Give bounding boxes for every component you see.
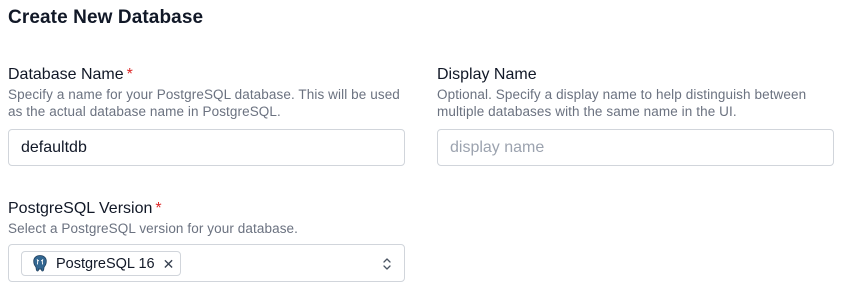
database-name-label: Database Name * <box>8 65 405 85</box>
postgres-version-select[interactable]: PostgreSQL 16 ✕ <box>8 244 405 282</box>
display-name-input[interactable] <box>437 129 834 166</box>
required-marker: * <box>126 66 133 83</box>
chevron-up-down-icon[interactable] <box>382 256 392 272</box>
database-name-help: Specify a name for your PostgreSQL datab… <box>8 87 400 119</box>
remove-selection-icon[interactable]: ✕ <box>163 257 175 271</box>
postgres-version-field: PostgreSQL Version * Select a PostgreSQL … <box>8 199 405 282</box>
postgres-version-help: Select a PostgreSQL version for your dat… <box>8 221 299 236</box>
required-marker: * <box>155 200 162 217</box>
postgres-version-label-text: PostgreSQL Version <box>8 200 153 217</box>
display-name-help: Optional. Specify a display name to help… <box>437 87 807 119</box>
display-name-field: Display Name Optional. Specify a display… <box>437 65 834 166</box>
database-name-field: Database Name * Specify a name for your P… <box>8 65 405 166</box>
page-title: Create New Database <box>8 7 204 28</box>
display-name-label: Display Name <box>437 66 537 83</box>
postgres-version-label: PostgreSQL Version * <box>8 199 405 219</box>
selected-version-label: PostgreSQL 16 <box>56 255 155 272</box>
selected-version-chip: PostgreSQL 16 ✕ <box>21 251 182 276</box>
postgresql-elephant-icon <box>30 254 50 274</box>
database-name-label-text: Database Name <box>8 66 124 83</box>
database-name-input[interactable] <box>8 129 405 166</box>
